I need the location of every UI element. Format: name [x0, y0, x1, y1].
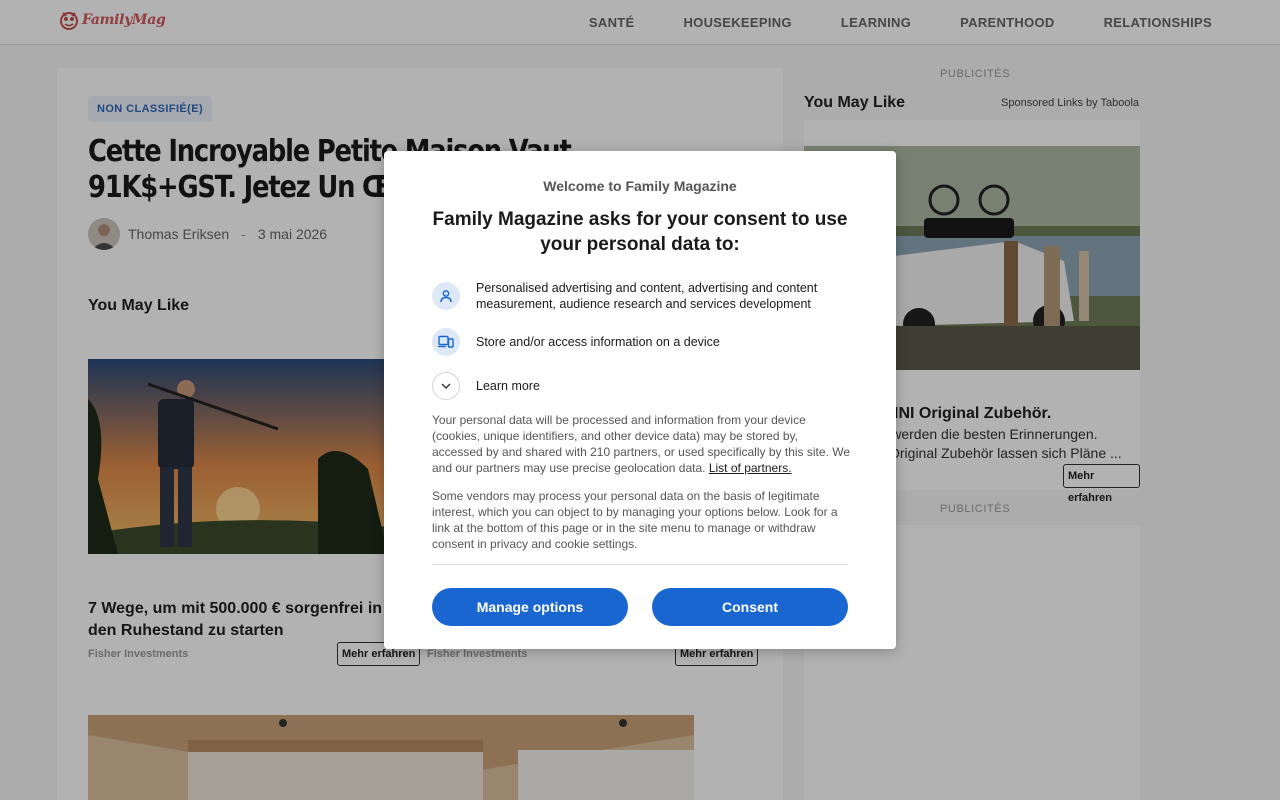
chevron-down-icon[interactable] [432, 372, 460, 400]
purpose-text: Store and/or access information on a dev… [476, 335, 720, 349]
purpose-personalised-ads: Personalised advertising and content, ad… [432, 280, 846, 312]
person-icon [432, 282, 460, 310]
consent-button[interactable]: Consent [652, 588, 848, 626]
partners-list-link[interactable]: List of partners. [709, 461, 792, 475]
purpose-text: Personalised advertising and content, ad… [476, 281, 818, 311]
dialog-divider [432, 564, 848, 565]
consent-title: Family Magazine asks for your consent to… [432, 209, 848, 255]
manage-options-button[interactable]: Manage options [432, 588, 628, 626]
legitimate-interest-paragraph: Some vendors may process your personal d… [432, 489, 838, 551]
learn-more-label[interactable]: Learn more [476, 379, 540, 393]
learn-more-toggle[interactable]: Learn more [432, 372, 540, 400]
consent-info-paragraph: Your personal data will be processed and… [432, 412, 850, 476]
devices-icon [432, 328, 460, 356]
consent-welcome: Welcome to Family Magazine [543, 178, 737, 194]
purpose-store-access: Store and/or access information on a dev… [432, 328, 846, 356]
consent-dialog: Welcome to Family Magazine Family Magazi… [384, 151, 896, 649]
